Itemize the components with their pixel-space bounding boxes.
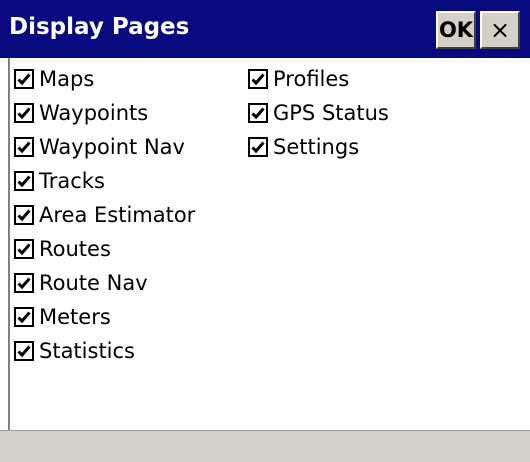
checkmark-icon	[17, 243, 31, 256]
page-item-waypoints[interactable]: Waypoints	[14, 99, 148, 127]
display-pages-list: Maps Waypoints Waypoint Nav Tracks Area …	[8, 58, 530, 430]
page-item-waypoint-nav[interactable]: Waypoint Nav	[14, 133, 185, 161]
page-label-gps-status: GPS Status	[273, 101, 389, 125]
page-label-route-nav: Route Nav	[39, 271, 148, 295]
page-label-profiles: Profiles	[273, 67, 350, 91]
checkbox-gps-status[interactable]	[248, 103, 268, 123]
page-label-area-estimator: Area Estimator	[39, 203, 196, 227]
checkbox-settings[interactable]	[248, 137, 268, 157]
checkbox-maps[interactable]	[14, 69, 34, 89]
close-button[interactable]: ×	[480, 11, 520, 49]
page-label-statistics: Statistics	[39, 339, 135, 363]
checkbox-tracks[interactable]	[14, 171, 34, 191]
checkbox-waypoints[interactable]	[14, 103, 34, 123]
checkbox-meters[interactable]	[14, 307, 34, 327]
checkmark-icon	[251, 107, 265, 120]
window-title: Display Pages	[9, 14, 190, 40]
close-icon: ×	[489, 16, 511, 44]
page-label-waypoint-nav: Waypoint Nav	[39, 135, 185, 159]
page-label-routes: Routes	[39, 237, 111, 261]
page-item-tracks[interactable]: Tracks	[14, 167, 105, 195]
checkmark-icon	[17, 209, 31, 222]
page-item-statistics[interactable]: Statistics	[14, 337, 135, 365]
page-label-maps: Maps	[39, 67, 95, 91]
checkmark-icon	[17, 175, 31, 188]
checkmark-icon	[17, 345, 31, 358]
page-item-area-estimator[interactable]: Area Estimator	[14, 201, 195, 229]
checkmark-icon	[17, 277, 31, 290]
checkbox-area-estimator[interactable]	[14, 205, 34, 225]
ok-button[interactable]: OK	[436, 11, 476, 49]
checkbox-route-nav[interactable]	[14, 273, 34, 293]
page-label-tracks: Tracks	[39, 169, 105, 193]
page-item-settings[interactable]: Settings	[248, 133, 359, 161]
bottom-bar	[0, 430, 530, 462]
page-item-profiles[interactable]: Profiles	[248, 65, 349, 93]
page-item-route-nav[interactable]: Route Nav	[14, 269, 148, 297]
checkmark-icon	[251, 141, 265, 154]
page-item-maps[interactable]: Maps	[14, 65, 94, 93]
title-bar: Display Pages OK ×	[0, 0, 530, 58]
checkbox-waypoint-nav[interactable]	[14, 137, 34, 157]
page-label-waypoints: Waypoints	[39, 101, 149, 125]
checkmark-icon	[251, 73, 265, 86]
page-label-settings: Settings	[273, 135, 360, 159]
page-label-meters: Meters	[39, 305, 111, 329]
checkmark-icon	[17, 73, 31, 86]
page-item-routes[interactable]: Routes	[14, 235, 111, 263]
checkmark-icon	[17, 107, 31, 120]
page-item-meters[interactable]: Meters	[14, 303, 111, 331]
checkmark-icon	[17, 141, 31, 154]
checkbox-statistics[interactable]	[14, 341, 34, 361]
checkbox-profiles[interactable]	[248, 69, 268, 89]
checkbox-routes[interactable]	[14, 239, 34, 259]
page-item-gps-status[interactable]: GPS Status	[248, 99, 389, 127]
checkmark-icon	[17, 311, 31, 324]
